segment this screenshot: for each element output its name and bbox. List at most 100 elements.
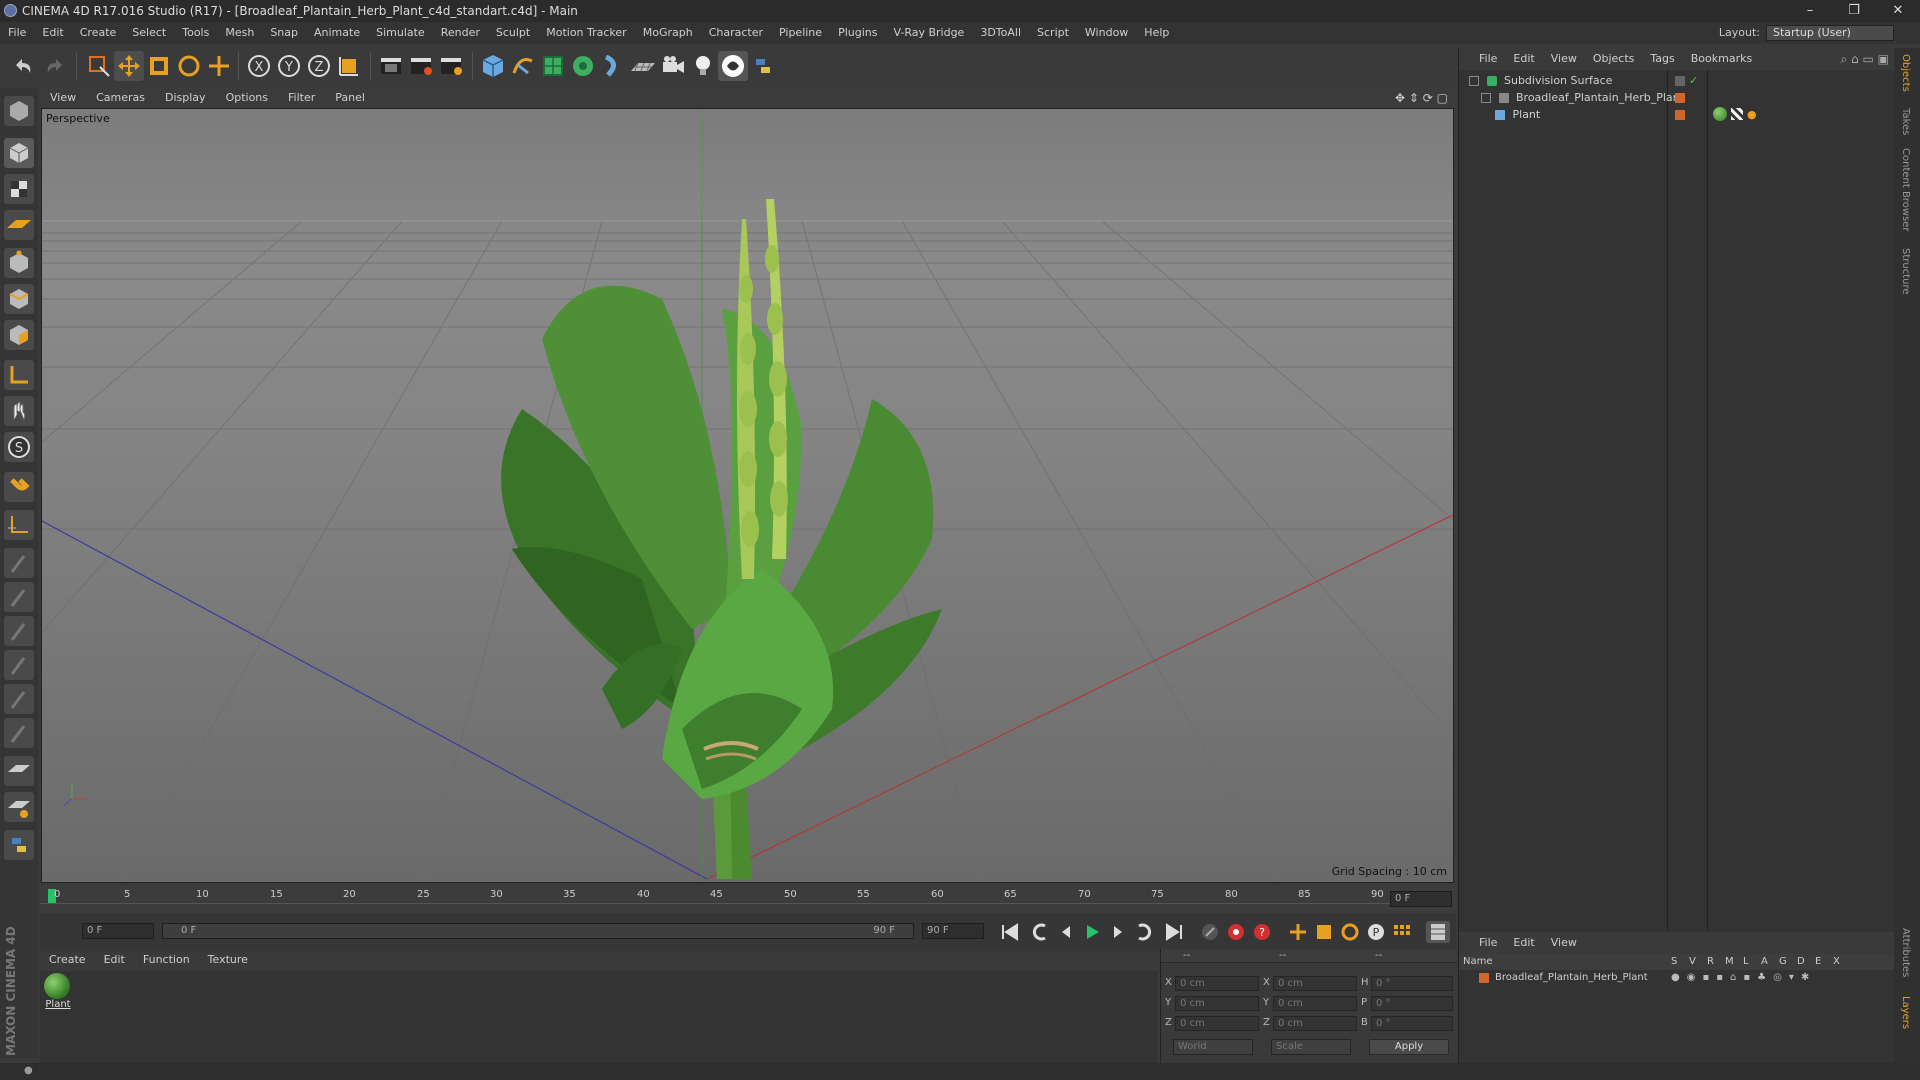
key-pla-icon[interactable] bbox=[1390, 921, 1414, 943]
edges-mode-icon[interactable] bbox=[4, 284, 34, 314]
side-tab-content-browser[interactable]: Content Browser bbox=[1900, 148, 1911, 231]
side-tab-layers[interactable]: Layers bbox=[1900, 996, 1911, 1029]
layer-flag-generators[interactable]: G bbox=[1779, 954, 1787, 970]
go-to-end-icon[interactable] bbox=[1162, 921, 1186, 943]
layer-menu-view[interactable]: View bbox=[1543, 932, 1585, 954]
axis-mode-icon[interactable] bbox=[4, 360, 34, 390]
timeline-ruler[interactable]: 0 5 10 15 20 25 30 35 40 45 50 55 60 65 … bbox=[40, 885, 1456, 913]
play-icon[interactable] bbox=[1080, 921, 1104, 943]
rotate-icon[interactable] bbox=[174, 51, 204, 81]
menu-pipeline[interactable]: Pipeline bbox=[771, 22, 830, 44]
material-tag-icon[interactable] bbox=[1713, 107, 1727, 121]
rot-p-field[interactable]: 0 ° bbox=[1371, 996, 1453, 1011]
object-row-subdivision-surface[interactable]: Subdivision Surface bbox=[1469, 72, 1612, 89]
material-menu-create[interactable]: Create bbox=[40, 949, 95, 971]
next-key-icon[interactable] bbox=[1132, 921, 1156, 943]
menu-character[interactable]: Character bbox=[701, 22, 771, 44]
make-editable-icon[interactable] bbox=[4, 96, 34, 126]
python-icon[interactable] bbox=[748, 51, 778, 81]
menu-animate[interactable]: Animate bbox=[306, 22, 368, 44]
close-button[interactable]: ✕ bbox=[1876, 0, 1920, 22]
brush-tool-6-icon[interactable] bbox=[4, 718, 34, 748]
object-row-plant[interactable]: Plant bbox=[1495, 106, 1540, 123]
viewport-menu-filter[interactable]: Filter bbox=[278, 88, 325, 108]
points-mode-icon[interactable] bbox=[4, 248, 34, 278]
record-keys-icon[interactable] bbox=[1224, 921, 1248, 943]
layer-flag-manager[interactable]: M bbox=[1725, 954, 1734, 970]
live-selection-icon[interactable] bbox=[84, 51, 114, 81]
pos-x-field[interactable]: 0 cm bbox=[1175, 976, 1259, 991]
light-icon[interactable] bbox=[688, 51, 718, 81]
previous-key-icon[interactable] bbox=[1028, 921, 1052, 943]
previous-frame-icon[interactable] bbox=[1054, 921, 1078, 943]
workplane-icon[interactable] bbox=[4, 210, 34, 240]
material-menu-function[interactable]: Function bbox=[134, 949, 199, 971]
apply-button[interactable]: Apply bbox=[1369, 1039, 1449, 1055]
menu-sculpt[interactable]: Sculpt bbox=[488, 22, 538, 44]
size-y-field[interactable]: 0 cm bbox=[1273, 996, 1357, 1011]
viewport-menu-display[interactable]: Display bbox=[155, 88, 216, 108]
menu-mesh[interactable]: Mesh bbox=[217, 22, 262, 44]
floor-icon[interactable] bbox=[628, 51, 658, 81]
next-frame-icon[interactable] bbox=[1106, 921, 1130, 943]
layer-flag-locked[interactable]: L bbox=[1743, 954, 1749, 970]
start-frame-field[interactable]: 0 F bbox=[82, 923, 154, 939]
subdivision-layer-tag[interactable] bbox=[1675, 76, 1685, 86]
scale-icon[interactable] bbox=[144, 51, 174, 81]
sculpt-grid-icon[interactable] bbox=[4, 792, 34, 822]
object-menu-view[interactable]: View bbox=[1543, 48, 1585, 70]
magnet-icon[interactable] bbox=[4, 472, 34, 502]
rot-b-field[interactable]: 0 ° bbox=[1371, 1016, 1453, 1031]
x-axis-icon[interactable]: X bbox=[244, 51, 274, 81]
menu-plugins[interactable]: Plugins bbox=[830, 22, 885, 44]
menu-window[interactable]: Window bbox=[1077, 22, 1136, 44]
model-mode-icon[interactable] bbox=[4, 138, 34, 168]
size-x-field[interactable]: 0 cm bbox=[1273, 976, 1357, 991]
uvw-tag-icon[interactable] bbox=[1731, 108, 1743, 120]
layer-flag-solo[interactable]: S bbox=[1671, 954, 1677, 970]
material-menu-texture[interactable]: Texture bbox=[199, 949, 257, 971]
viewport-menu-panel[interactable]: Panel bbox=[325, 88, 375, 108]
snap-icon[interactable]: S bbox=[4, 432, 34, 462]
uv-grid-icon[interactable] bbox=[4, 756, 34, 786]
pos-y-field[interactable]: 0 cm bbox=[1175, 996, 1259, 1011]
redo-icon[interactable] bbox=[40, 51, 70, 81]
menu-3dtoall[interactable]: 3DToAll bbox=[972, 22, 1029, 44]
restore-button[interactable]: ❐ bbox=[1832, 0, 1876, 22]
end-frame-field[interactable]: 90 F bbox=[922, 923, 984, 939]
layer-color-swatch[interactable] bbox=[1479, 973, 1489, 983]
menu-snap[interactable]: Snap bbox=[262, 22, 306, 44]
viewport-menu-cameras[interactable]: Cameras bbox=[86, 88, 155, 108]
object-menu-bookmarks[interactable]: Bookmarks bbox=[1683, 48, 1760, 70]
side-tab-objects[interactable]: Objects bbox=[1900, 54, 1911, 92]
pen-spline-icon[interactable] bbox=[508, 51, 538, 81]
texture-mode-icon[interactable] bbox=[4, 174, 34, 204]
layer-flag-view[interactable]: V bbox=[1689, 954, 1696, 970]
layer-flag-expressions[interactable]: E bbox=[1815, 954, 1821, 970]
object-menu-tags[interactable]: Tags bbox=[1642, 48, 1682, 70]
3d-viewport[interactable]: Perspective Grid Spacing : 10 cm bbox=[41, 108, 1454, 883]
menu-tools[interactable]: Tools bbox=[174, 22, 217, 44]
layer-flag-render[interactable]: R bbox=[1707, 954, 1714, 970]
render-picture-viewer-icon[interactable] bbox=[406, 51, 436, 81]
z-axis-icon[interactable]: Z bbox=[304, 51, 334, 81]
phong-tag-icon[interactable]: ● bbox=[1747, 108, 1757, 121]
viewport-menu-view[interactable]: View bbox=[40, 88, 86, 108]
menu-edit[interactable]: Edit bbox=[34, 22, 71, 44]
viewport-nav-icons[interactable]: ✥ ⇕ ⟳ ▢ bbox=[1395, 88, 1448, 108]
y-axis-icon[interactable]: Y bbox=[274, 51, 304, 81]
menu-motion-tracker[interactable]: Motion Tracker bbox=[538, 22, 634, 44]
object-menu-edit[interactable]: Edit bbox=[1505, 48, 1542, 70]
workplane-axis-icon[interactable] bbox=[4, 510, 34, 540]
menu-script[interactable]: Script bbox=[1029, 22, 1077, 44]
key-position-icon[interactable] bbox=[1286, 921, 1310, 943]
frame-range-slider[interactable]: 0 F 90 F bbox=[162, 923, 914, 939]
layer-row[interactable]: Broadleaf_Plantain_Herb_Plant ●◉▪▪⌂▪♣◎▾✱ bbox=[1459, 970, 1895, 986]
menu-create[interactable]: Create bbox=[72, 22, 125, 44]
layer-flag-xref[interactable]: X bbox=[1833, 954, 1840, 970]
layer-menu-file[interactable]: File bbox=[1459, 932, 1505, 954]
minimize-button[interactable]: – bbox=[1788, 0, 1832, 22]
side-tab-takes[interactable]: Takes bbox=[1900, 108, 1911, 135]
menu-help[interactable]: Help bbox=[1136, 22, 1177, 44]
polygons-mode-icon[interactable] bbox=[4, 320, 34, 350]
